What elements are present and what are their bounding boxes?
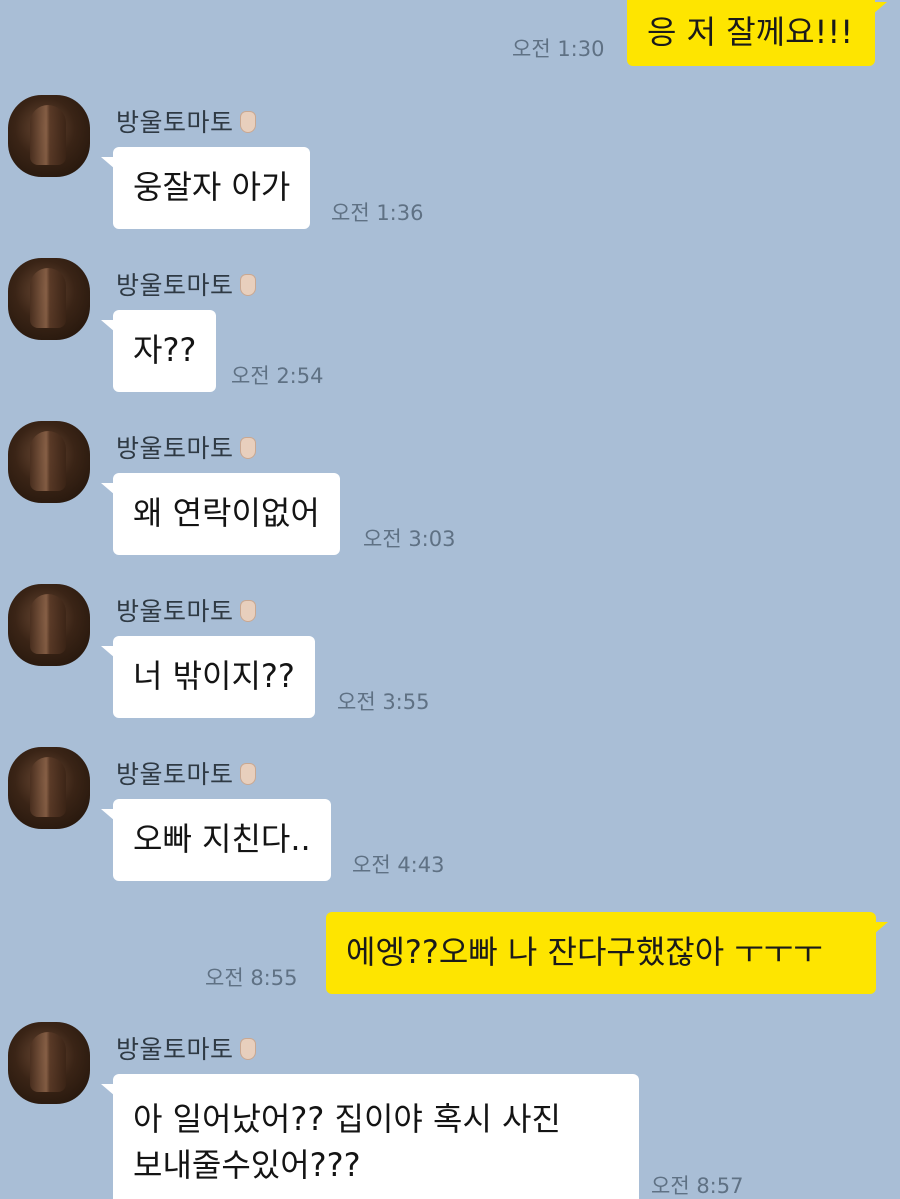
sender-name-label: 방울토마토 [116,108,234,137]
sender-name-label: 방울토마토 [116,271,234,300]
message-row: 오전 8:55 에엥??오빠 나 잔다구했잖아 ㅜㅜㅜ [0,910,900,1000]
message-timestamp: 오전 8:57 [651,1174,744,1198]
message-bubble-outgoing[interactable]: 응 저 잘께요!!! [627,0,887,66]
sender-name-label: 방울토마토 [116,434,234,463]
message-timestamp: 오전 1:30 [512,37,605,61]
avatar[interactable] [8,584,90,666]
sender-name: 방울토마토 [116,1030,256,1066]
message-timestamp: 오전 3:03 [363,527,456,551]
thumb-emoji-icon [239,111,256,133]
message-bubble-outgoing[interactable]: 에엥??오빠 나 잔다구했잖아 ㅜㅜㅜ [326,912,888,994]
sender-name: 방울토마토 [116,103,256,139]
message-bubble-incoming[interactable]: 자?? [100,310,217,392]
message-timestamp: 오전 4:43 [352,853,445,877]
message-row: 방울토마토 웅잘자 아가 오전 1:36 [0,95,900,235]
message-timestamp: 오전 8:55 [205,966,298,990]
message-timestamp: 오전 2:54 [231,364,324,388]
thumb-emoji-icon [239,600,256,622]
message-timestamp: 오전 3:55 [337,690,430,714]
sender-name: 방울토마토 [116,429,256,465]
avatar[interactable] [8,1022,90,1104]
message-row: 방울토마토 너 밖이지?? 오전 3:55 [0,584,900,724]
message-bubble-incoming[interactable]: 아 일어났어?? 집이야 혹시 사진 보내줄수있어??? [101,1074,639,1199]
sender-name: 방울토마토 [116,266,256,302]
avatar[interactable] [8,747,90,829]
thumb-emoji-icon [239,1038,256,1060]
thumb-emoji-icon [239,763,256,785]
sender-name-label: 방울토마토 [116,1035,234,1064]
message-row: 방울토마토 왜 연락이없어 오전 3:03 [0,421,900,561]
message-bubble-incoming[interactable]: 왜 연락이없어 [101,473,340,555]
message-row: 방울토마토 자?? 오전 2:54 [0,258,900,398]
message-row: 방울토마토 아 일어났어?? 집이야 혹시 사진 보내줄수있어??? 오전 8:… [0,1022,900,1199]
sender-name: 방울토마토 [116,755,256,791]
message-bubble-incoming[interactable]: 오빠 지친다.. [101,799,331,881]
message-line: 아 일어났어?? 집이야 혹시 사진 [133,1100,561,1138]
thumb-emoji-icon [239,274,256,296]
chat-thread[interactable]: 오전 1:30 응 저 잘께요!!! 방울토마토 웅잘자 아가 오전 1:36 … [0,0,900,1199]
avatar[interactable] [8,258,90,340]
message-bubble-incoming[interactable]: 웅잘자 아가 [100,147,311,229]
avatar[interactable] [8,95,90,177]
sender-name: 방울토마토 [116,592,256,628]
thumb-emoji-icon [239,437,256,459]
message-row: 오전 1:30 응 저 잘께요!!! [0,0,900,80]
message-bubble-incoming[interactable]: 너 밖이지?? [101,636,315,718]
message-timestamp: 오전 1:36 [331,201,424,225]
sender-name-label: 방울토마토 [116,760,234,789]
message-line: 보내줄수있어??? [133,1146,361,1184]
avatar[interactable] [8,421,90,503]
message-row: 방울토마토 오빠 지친다.. 오전 4:43 [0,747,900,887]
sender-name-label: 방울토마토 [116,597,234,626]
